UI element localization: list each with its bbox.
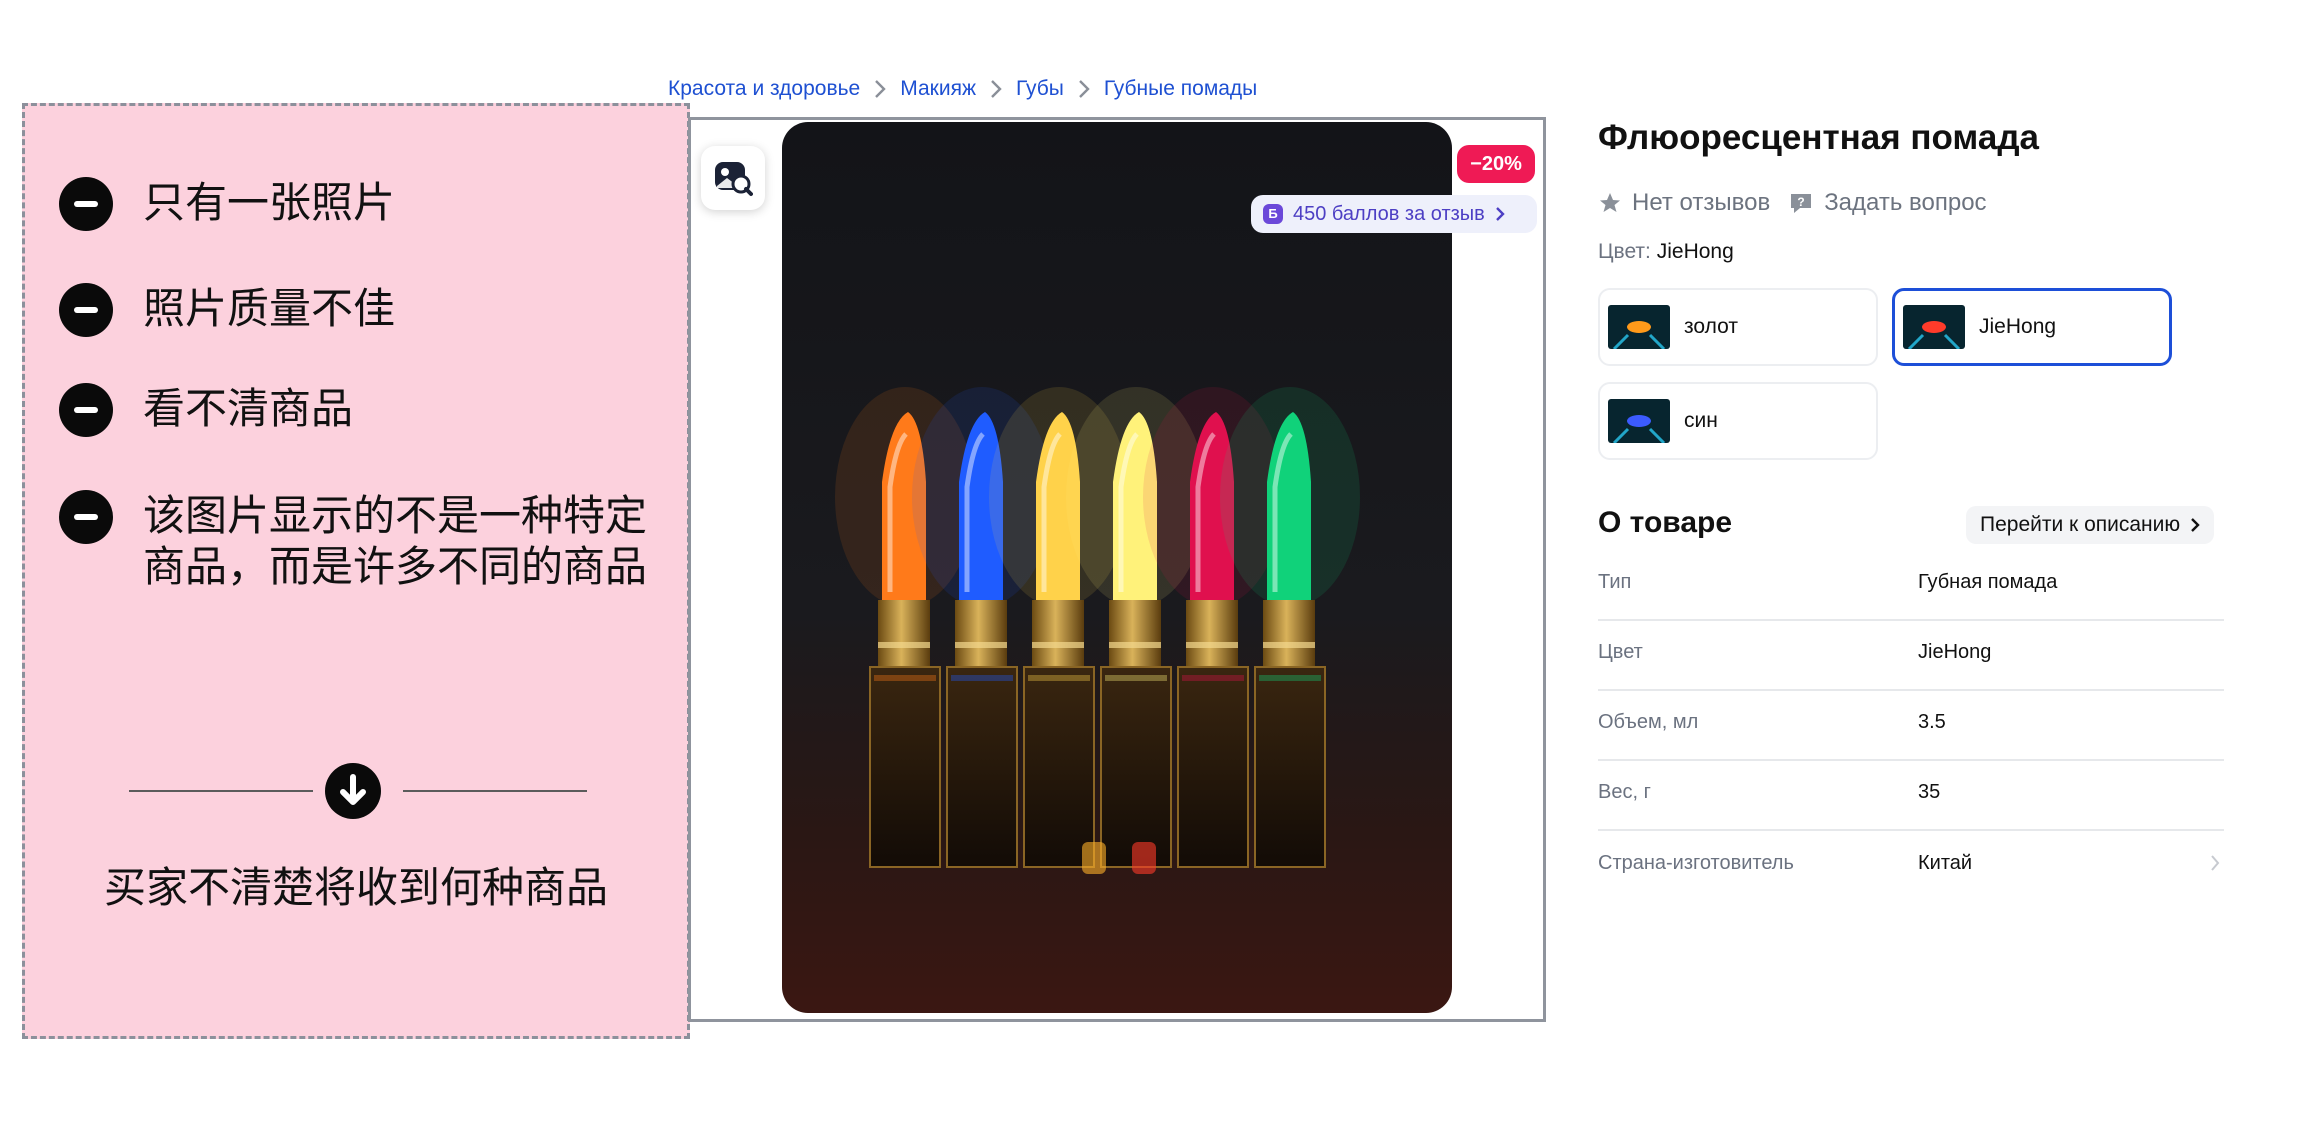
chevron-right-icon: [1064, 77, 1104, 101]
spec-value: Губная помада: [1918, 571, 2058, 593]
issue-text: 只有一张照片: [143, 178, 396, 227]
breadcrumb-link[interactable]: Красота и здоровье: [668, 77, 860, 101]
points-icon: Б: [1263, 204, 1283, 224]
spec-value: JieHong: [1918, 641, 1992, 663]
chevron-right-icon: [976, 77, 1016, 101]
spec-key: Объем, мл: [1598, 711, 1699, 733]
chevron-right-icon: [2211, 855, 2220, 871]
reflection: [1082, 842, 1106, 874]
about-title: О товаре: [1598, 506, 1733, 539]
ask-question-link[interactable]: Задать вопрос: [1824, 189, 1986, 217]
annotation-panel: 只有一张照片 照片质量不佳 看不清商品 该图片显示的不是一种特定商品，而是许多不…: [22, 103, 690, 1039]
product-photo[interactable]: [782, 122, 1452, 1013]
question-icon: ?: [1791, 194, 1812, 213]
spec-row: Объем, мл 3.5: [1598, 691, 2224, 761]
spec-key: Вес, г: [1598, 781, 1651, 803]
reviews-link[interactable]: Нет отзывов: [1632, 189, 1770, 217]
swatch-label: син: [1684, 409, 1718, 432]
breadcrumb-link[interactable]: Губы: [1016, 77, 1064, 101]
breadcrumb-link[interactable]: Макияж: [900, 77, 976, 101]
swatch-label: золот: [1684, 315, 1738, 338]
minus-circle-icon: [59, 177, 113, 231]
issue-item: 该图片显示的不是一种特定商品，而是许多不同的商品: [59, 490, 663, 592]
swatch-thumbnail: [1608, 305, 1670, 349]
swatch-label: JieHong: [1979, 315, 2057, 338]
spec-row: Вес, г 35: [1598, 761, 2224, 831]
image-search-icon: [715, 162, 753, 196]
product-title: Флюоресцентная помада: [1598, 118, 2040, 157]
reflection: [1132, 842, 1156, 874]
minus-circle-icon: [59, 283, 113, 337]
spec-row: Тип Губная помада: [1598, 551, 2224, 621]
chevron-right-icon: [2191, 518, 2200, 532]
issue-item: 照片质量不佳: [59, 283, 663, 337]
spec-value: Китай: [1918, 852, 1973, 874]
minus-circle-icon: [59, 490, 113, 544]
spec-row: Цвет JieHong: [1598, 621, 2224, 691]
review-points-badge[interactable]: Б 450 баллов за отзыв: [1251, 195, 1537, 233]
star-icon: [1600, 193, 1620, 212]
issue-text: 照片质量不佳: [143, 284, 396, 333]
issue-text: 该图片显示的不是一种特定商品，而是许多不同的商品: [143, 491, 648, 591]
spec-value: 35: [1918, 781, 1941, 803]
swatch-thumbnail: [1903, 305, 1965, 349]
product-meta: Нет отзывов ? Задать вопрос: [1598, 186, 1987, 220]
points-text: 450 баллов за отзыв: [1293, 202, 1485, 225]
discount-badge: −20%: [1457, 145, 1535, 183]
spec-value: 3.5: [1918, 711, 1946, 733]
spec-key: Цвет: [1598, 641, 1643, 663]
image-search-button[interactable]: [701, 146, 765, 210]
breadcrumb-link[interactable]: Губные помады: [1104, 77, 1257, 101]
go-to-description-button[interactable]: Перейти к описанию: [1966, 506, 2215, 544]
lipsticks-image: [835, 387, 1360, 874]
swatch-thumbnail: [1608, 399, 1670, 443]
spec-key: Страна-изготовитель: [1598, 852, 1794, 874]
arrow-down-circle-icon: [325, 763, 381, 819]
divider-right: [403, 790, 587, 792]
minus-circle-icon: [59, 383, 113, 437]
color-swatch-selected[interactable]: JieHong: [1892, 288, 2172, 366]
svg-text:?: ?: [1798, 195, 1805, 209]
divider-left: [129, 790, 313, 792]
spec-key: Тип: [1598, 571, 1632, 593]
chevron-right-icon: [860, 77, 900, 101]
issue-item: 只有一张照片: [59, 177, 663, 231]
conclusion-text: 买家不清楚将收到何种商品: [103, 863, 608, 912]
breadcrumb: Красота и здоровье Макияж Губы Губные по…: [668, 72, 1257, 106]
spec-row-country[interactable]: Страна-изготовитель Китай: [1598, 832, 2224, 902]
color-swatch[interactable]: син: [1598, 382, 1878, 460]
product-gallery: −20% Б 450 баллов за отзыв: [688, 117, 1546, 1022]
issue-text: 看不清商品: [143, 384, 354, 433]
chevron-right-icon: [1495, 207, 1505, 221]
color-swatch[interactable]: золот: [1598, 288, 1878, 366]
color-label: Цвет: JieHong: [1598, 240, 1734, 263]
issue-item: 看不清商品: [59, 383, 663, 437]
